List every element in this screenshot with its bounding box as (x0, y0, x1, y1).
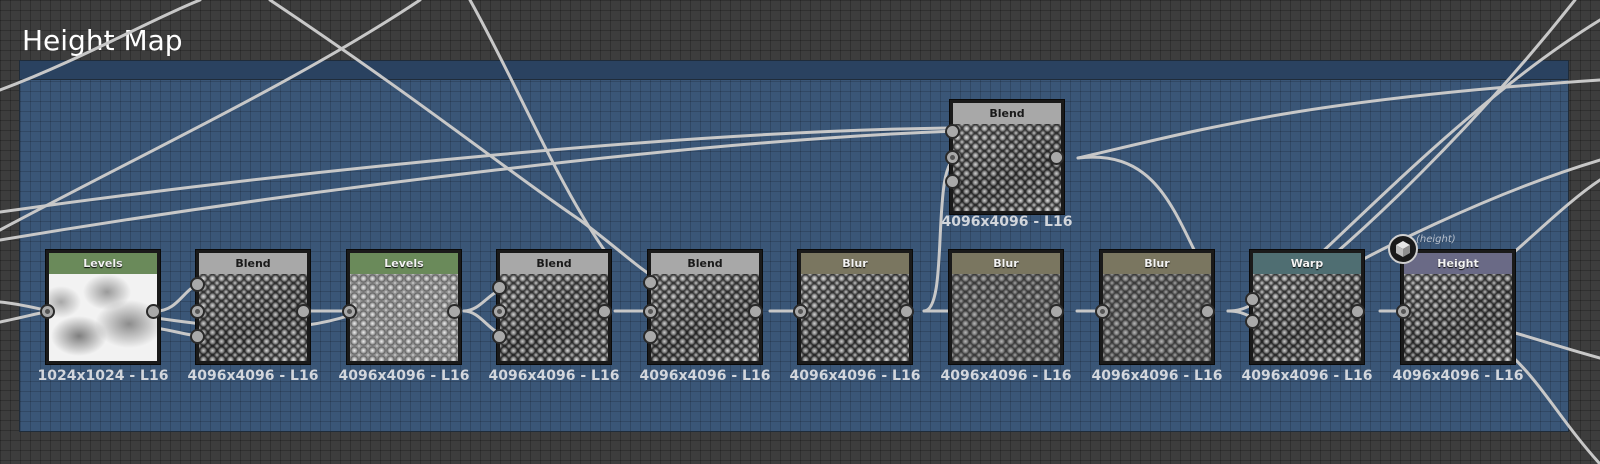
output-port[interactable] (597, 304, 612, 319)
input-port[interactable] (40, 304, 55, 319)
node-blend[interactable]: Blend (950, 100, 1064, 214)
node-title: Levels (350, 253, 458, 274)
node-preview (49, 274, 157, 361)
input-port[interactable] (945, 150, 960, 165)
node-title: Height (1404, 253, 1512, 274)
node-preview (953, 124, 1061, 211)
output-port[interactable] (1049, 150, 1064, 165)
node-resolution: 4096x4096 - L16 (1091, 368, 1223, 384)
node-title: Blur (801, 253, 909, 274)
input-port[interactable] (643, 329, 658, 344)
node-title: Blend (500, 253, 608, 274)
node-title: Levels (49, 253, 157, 274)
node-resolution: 4096x4096 - L16 (187, 368, 319, 384)
output-port[interactable] (447, 304, 462, 319)
graph-canvas[interactable]: Height Map Levels 1024x1024 - L16 Blend … (0, 0, 1600, 464)
node-preview (350, 274, 458, 361)
node-blur[interactable]: Blur (949, 250, 1063, 364)
output-port[interactable] (1200, 304, 1215, 319)
node-preview (199, 274, 307, 361)
connection-wire (1076, 155, 1200, 260)
input-port[interactable] (492, 280, 507, 295)
node-blend[interactable]: Blend (648, 250, 762, 364)
node-resolution: 4096x4096 - L16 (941, 214, 1073, 230)
connection-wire (0, 126, 960, 214)
input-port[interactable] (945, 174, 960, 189)
node-resolution: 4096x4096 - L16 (1392, 368, 1524, 384)
node-resolution: 4096x4096 - L16 (639, 368, 771, 384)
node-blur[interactable]: Blur (798, 250, 912, 364)
node-preview (1103, 274, 1211, 361)
input-port[interactable] (190, 329, 205, 344)
connection-wire (0, 0, 202, 92)
input-port[interactable] (643, 304, 658, 319)
input-port[interactable] (190, 304, 205, 319)
output-badge[interactable] (1388, 234, 1418, 264)
connection-wire (1503, 178, 1600, 262)
node-blend[interactable]: Blend (196, 250, 310, 364)
node-preview (1404, 274, 1512, 361)
input-port[interactable] (190, 277, 205, 292)
wire-layer (0, 0, 1600, 464)
output-port[interactable] (1350, 304, 1365, 319)
node-blend[interactable]: Blend (497, 250, 611, 364)
input-port[interactable] (1095, 304, 1110, 319)
node-resolution: 4096x4096 - L16 (1241, 368, 1373, 384)
output-port[interactable] (296, 304, 311, 319)
output-port[interactable] (748, 304, 763, 319)
node-preview (952, 274, 1060, 361)
connection-wire (0, 0, 422, 232)
node-resolution: 4096x4096 - L16 (488, 368, 620, 384)
input-port[interactable] (945, 124, 960, 139)
node-title: Blur (952, 253, 1060, 274)
input-port[interactable] (492, 304, 507, 319)
node-height[interactable]: Height (1401, 250, 1515, 364)
node-resolution: 4096x4096 - L16 (789, 368, 921, 384)
connection-wire (1503, 328, 1600, 360)
cube-icon (1396, 241, 1410, 257)
node-title: Blur (1103, 253, 1211, 274)
node-title: Blend (651, 253, 759, 274)
output-port[interactable] (146, 304, 161, 319)
node-preview (651, 274, 759, 361)
node-title: Warp (1253, 253, 1361, 274)
node-blur[interactable]: Blur (1100, 250, 1214, 364)
node-levels[interactable]: Levels (347, 250, 461, 364)
node-title: Blend (953, 103, 1061, 124)
node-levels[interactable]: Levels (46, 250, 160, 364)
node-resolution: 4096x4096 - L16 (338, 368, 470, 384)
output-port[interactable] (1049, 304, 1064, 319)
connection-wire (468, 0, 612, 260)
node-preview (500, 274, 608, 361)
output-caption: (height) (1416, 234, 1456, 245)
input-port[interactable] (342, 304, 357, 319)
input-port[interactable] (1245, 314, 1260, 329)
node-preview (801, 274, 909, 361)
connection-wire (1076, 78, 1600, 160)
input-port[interactable] (492, 329, 507, 344)
input-port[interactable] (643, 275, 658, 290)
input-port[interactable] (1245, 292, 1260, 307)
connection-wire (268, 0, 664, 284)
node-resolution: 4096x4096 - L16 (940, 368, 1072, 384)
node-warp[interactable]: Warp (1250, 250, 1364, 364)
input-port[interactable] (1396, 304, 1411, 319)
input-port[interactable] (793, 304, 808, 319)
node-resolution: 1024x1024 - L16 (37, 368, 169, 384)
node-preview (1253, 274, 1361, 361)
node-title: Blend (199, 253, 307, 274)
output-port[interactable] (899, 304, 914, 319)
